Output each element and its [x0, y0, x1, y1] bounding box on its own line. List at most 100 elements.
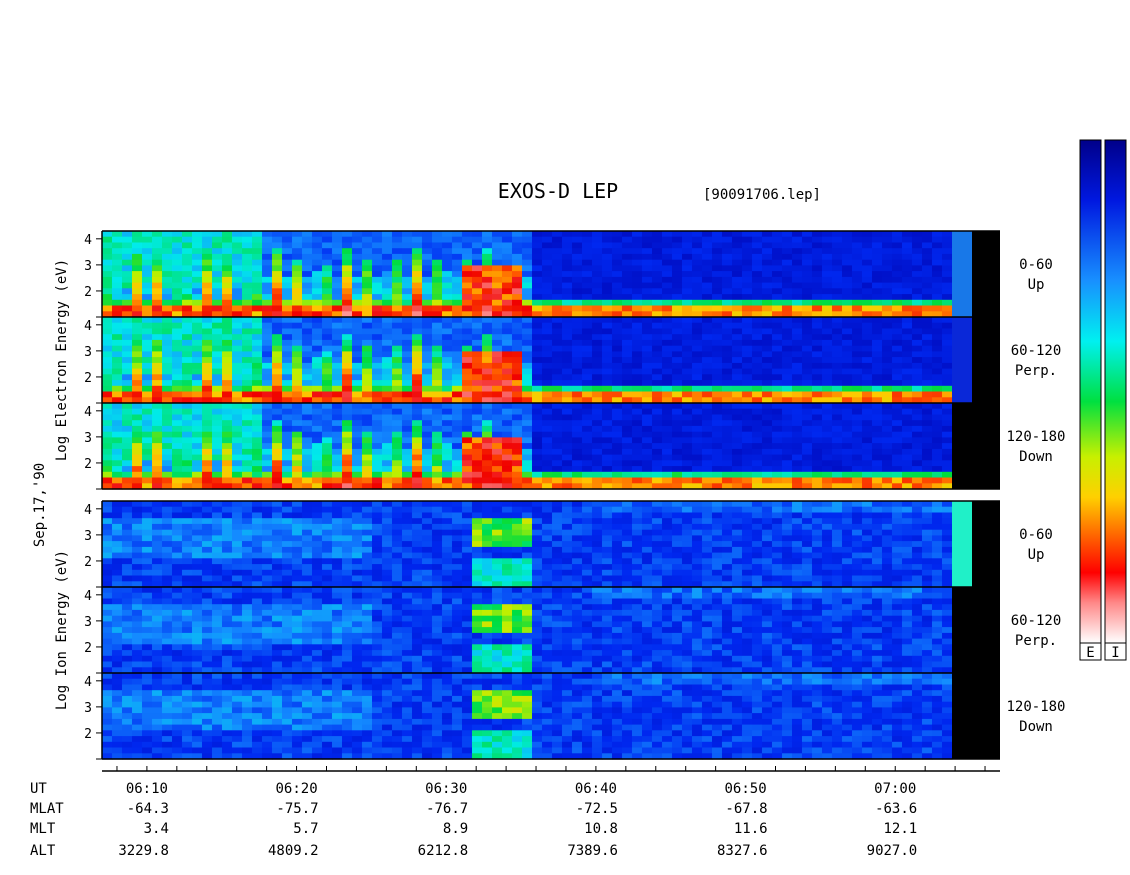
spectrogram-cell: [192, 443, 203, 450]
spectrogram-cell: [292, 276, 303, 284]
spectrogram-cell: [712, 431, 723, 438]
spectrogram-cell: [192, 276, 203, 284]
spectrogram-cell: [132, 294, 143, 301]
spectrogram-cell: [232, 546, 243, 554]
spectrogram-cell: [512, 420, 523, 427]
spectrogram-cell: [492, 253, 503, 261]
spectrogram-cell: [612, 391, 623, 398]
spectrogram-cell: [812, 271, 823, 278]
spectrogram-cell: [492, 541, 503, 548]
spectrogram-cell: [252, 374, 263, 381]
spectrogram-cell: [292, 443, 303, 450]
spectrogram-cell: [682, 231, 693, 238]
spectrogram-cell: [112, 271, 123, 278]
spectrogram-cell: [472, 276, 483, 284]
spectrogram-cell: [382, 328, 393, 335]
spectrogram-cell: [812, 339, 823, 347]
spectrogram-cell: [672, 575, 683, 582]
spectrogram-cell: [882, 248, 893, 255]
spectrogram-cell: [352, 242, 363, 249]
spectrogram-cell: [232, 535, 243, 542]
spectrogram-cell: [462, 541, 473, 548]
spectrogram-cell: [742, 276, 753, 284]
spectrogram-cell: [582, 506, 593, 513]
spectrogram-cell: [672, 523, 683, 531]
spectrogram-cell: [412, 454, 423, 461]
spectrogram-cell: [782, 368, 793, 375]
spectrogram-cell: [302, 448, 313, 456]
spectrogram-cell: [662, 265, 673, 272]
spectrogram-cell: [182, 414, 193, 421]
spectrogram-cell: [492, 420, 503, 427]
spectrogram-cell: [562, 552, 573, 559]
spectrogram-cell: [172, 518, 183, 525]
spectrogram-cell: [672, 420, 683, 427]
spectrogram-cell: [562, 362, 573, 370]
spectrogram-cell: [732, 374, 743, 381]
spectrogram-cell: [422, 362, 433, 370]
spectrogram-cell: [712, 288, 723, 295]
mode-indicator-bar: [952, 317, 972, 403]
spectrogram-cell: [102, 535, 113, 542]
spectrogram-cell: [492, 460, 503, 467]
spectrogram-cell: [432, 345, 443, 352]
spectrogram-cell: [782, 253, 793, 261]
spectrogram-cell: [332, 271, 343, 278]
spectrogram-cell: [172, 259, 183, 266]
spectrogram-cell: [142, 431, 153, 438]
spectrogram-cell: [202, 345, 213, 352]
spectrogram-cell: [562, 391, 573, 398]
spectrogram-cell: [492, 265, 503, 272]
spectrogram-cell: [432, 414, 443, 421]
spectrogram-cell: [652, 512, 663, 519]
spectrogram-cell: [772, 564, 783, 571]
spectrogram-cell: [652, 443, 663, 450]
spectrogram-cell: [442, 253, 453, 261]
spectrogram-cell: [482, 231, 493, 238]
spectrogram-cell: [492, 437, 503, 444]
spectrogram-cell: [682, 448, 693, 456]
spectrogram-cell: [232, 471, 243, 479]
spectrogram-cell: [262, 276, 273, 284]
spectrogram-cell: [312, 541, 323, 548]
spectrogram-cell: [512, 265, 523, 272]
spectrogram-cell: [662, 294, 673, 301]
spectrogram-cell: [342, 265, 353, 272]
spectrogram-cell: [472, 575, 483, 582]
spectrogram-cell: [882, 437, 893, 444]
spectrogram-cell: [612, 512, 623, 519]
spectrogram-cell: [722, 322, 733, 329]
spectrogram-cell: [192, 431, 203, 438]
spectrogram-cell: [742, 305, 753, 312]
spectrogram-cell: [622, 276, 633, 284]
spectrogram-cell: [582, 523, 593, 531]
spectrogram-cell: [662, 322, 673, 329]
spectrogram-cell: [622, 368, 633, 375]
spectrogram-cell: [152, 345, 163, 352]
spectrogram-cell: [712, 334, 723, 341]
spectrogram-cell: [872, 391, 883, 398]
spectrogram-cell: [482, 460, 493, 467]
spectrogram-cell: [762, 351, 773, 358]
spectrogram-cell: [422, 276, 433, 284]
spectrogram-cell: [712, 282, 723, 289]
spectrogram-cell: [442, 546, 453, 554]
spectrogram-cell: [502, 282, 513, 289]
spectrogram-cell: [322, 276, 333, 284]
spectrogram-cell: [712, 385, 723, 393]
spectrogram-cell: [912, 408, 923, 415]
spectrogram-cell: [662, 575, 673, 582]
spectrogram-cell: [332, 236, 343, 243]
spectrogram-cell: [452, 420, 463, 427]
spectrogram-cell: [812, 385, 823, 393]
spectrogram-cell: [522, 414, 533, 421]
spectrogram-cell: [642, 362, 653, 370]
spectrogram-cell: [362, 460, 373, 467]
spectrogram-cell: [732, 414, 743, 421]
spectrogram-cell: [282, 368, 293, 375]
spectrogram-cell: [702, 288, 713, 295]
spectrogram-cell: [452, 385, 463, 393]
spectrogram-cell: [392, 477, 403, 484]
spectrogram-cell: [702, 299, 713, 307]
spectrogram-cell: [592, 334, 603, 341]
